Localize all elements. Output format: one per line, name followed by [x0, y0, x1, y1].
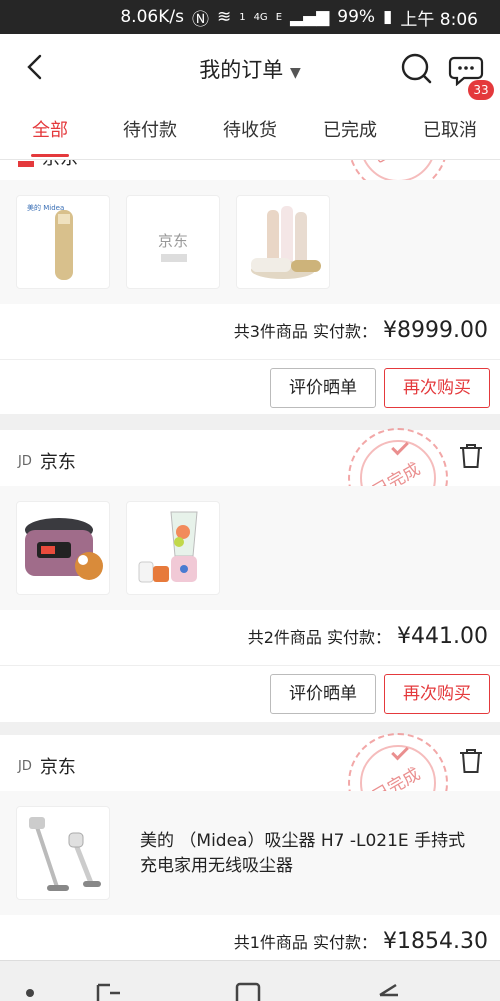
order-actions: 评价晒单 再次购买 — [0, 666, 500, 724]
store-name[interactable]: JD 京东 — [18, 448, 76, 474]
tab-all[interactable]: 全部 — [0, 102, 100, 159]
pressure-cooker-image — [25, 518, 103, 580]
tab-pending-payment[interactable]: 待付款 — [100, 102, 200, 159]
order-total-price: ¥441.00 — [397, 624, 488, 649]
search-icon[interactable] — [398, 50, 434, 86]
tab-completed[interactable]: 已完成 — [300, 102, 400, 159]
store-name[interactable]: JD 京东 — [18, 753, 76, 779]
wifi-icon: ≋ — [216, 7, 232, 27]
vacuum-image — [29, 817, 101, 891]
order-products[interactable]: 美的 Midea 京东 — [0, 180, 500, 304]
trash-icon[interactable] — [458, 442, 484, 470]
order-header: JD 京东 已完成 — [0, 428, 500, 528]
order-total-price: ¥1854.30 — [383, 929, 488, 954]
order-summary: 共1件商品 实付款： ¥1854.30 — [0, 915, 500, 960]
status-bar: 8.06K/s Ⓝ ≋ 1 4G E ▂▄▆ 99% ▮ 上午 8:06 — [0, 0, 500, 34]
signal-icon: ▂▄▆ — [290, 7, 330, 27]
store-name[interactable]: 京东 — [18, 160, 78, 170]
order-header: 京东 已完成 — [0, 160, 500, 194]
product-thumbnail-heaters[interactable] — [236, 195, 330, 289]
store-label: 京东 — [39, 757, 76, 778]
order-actions: 评价晒单 再次购买 — [0, 360, 500, 418]
heaters-image — [251, 206, 321, 279]
store-label: 京东 — [39, 452, 76, 473]
product-title[interactable]: 美的 （Midea）吸尘器 H7 -L021E 手持式充电家用无线吸尘器 — [140, 829, 480, 879]
network-type: 4G — [253, 11, 268, 23]
store-label: 京东 — [42, 160, 78, 170]
blender-image — [138, 511, 198, 583]
product-thumbnail-fan[interactable]: 美的 Midea — [16, 195, 110, 289]
order-card[interactable]: 京东 已完成 美的 Midea — [0, 160, 500, 414]
order-card[interactable]: JD 京东 已完成 — [0, 428, 500, 724]
message-count-badge: 33 — [468, 80, 494, 100]
nav-dot-icon[interactable] — [26, 989, 34, 997]
recent-apps-icon[interactable] — [94, 981, 124, 1001]
order-item-count: 共3件商品 实付款： — [233, 322, 378, 341]
product-thumbnail-blender[interactable] — [126, 501, 220, 595]
buy-again-button[interactable]: 再次购买 — [384, 368, 490, 408]
order-total-price: ¥8999.00 — [383, 318, 488, 343]
order-list[interactable]: 京东 已完成 美的 Midea — [0, 160, 500, 960]
trash-icon[interactable] — [458, 747, 484, 775]
clock: 上午 8:06 — [400, 9, 478, 30]
buy-again-button[interactable]: 再次购买 — [384, 674, 490, 714]
home-button-icon[interactable] — [233, 981, 263, 1001]
tab-pending-receipt[interactable]: 待收货 — [200, 102, 300, 159]
jd-logo-icon — [18, 161, 34, 167]
tab-cancelled[interactable]: 已取消 — [400, 102, 500, 159]
battery-icon: ▮ — [383, 7, 393, 27]
order-item-count: 共2件商品 实付款： — [247, 628, 392, 647]
order-products[interactable] — [0, 486, 500, 610]
system-nav-bar — [0, 960, 500, 1001]
tower-fan-image: 美的 Midea — [27, 203, 73, 280]
jd-prefix: JD — [18, 758, 32, 774]
order-item-count: 共1件商品 实付款： — [233, 933, 378, 952]
carrier-indicator: E — [275, 11, 283, 23]
nfc-icon: Ⓝ — [191, 9, 209, 30]
review-button[interactable]: 评价晒单 — [270, 368, 376, 408]
placeholder-label: 京东 — [157, 232, 188, 250]
network-speed: 8.06K/s — [120, 7, 184, 27]
order-card[interactable]: JD 京东 已完成 — [0, 733, 500, 960]
order-tabs: 全部 待付款 待收货 已完成 已取消 — [0, 102, 500, 160]
header: 我的订单 ▼ 33 — [0, 34, 500, 102]
svg-text:美的 Midea: 美的 Midea — [27, 203, 64, 212]
order-products[interactable]: 美的 （Midea）吸尘器 H7 -L021E 手持式充电家用无线吸尘器 — [0, 791, 500, 915]
caret-down-icon: ▼ — [289, 65, 301, 81]
jd-prefix: JD — [18, 453, 32, 469]
order-summary: 共2件商品 实付款： ¥441.00 — [0, 610, 500, 666]
sim-indicator: 1 — [239, 11, 246, 23]
review-button[interactable]: 评价晒单 — [270, 674, 376, 714]
product-thumbnail-rice-cooker[interactable] — [16, 501, 110, 595]
product-thumbnail-vacuum[interactable] — [16, 806, 110, 900]
back-button-icon[interactable] — [372, 981, 402, 1001]
page-title-text: 我的订单 — [199, 58, 284, 82]
order-summary: 共3件商品 实付款： ¥8999.00 — [0, 304, 500, 360]
order-header: JD 京东 已完成 — [0, 733, 500, 833]
battery-level: 99% — [337, 7, 376, 27]
product-thumbnail-placeholder[interactable]: 京东 — [126, 195, 220, 289]
